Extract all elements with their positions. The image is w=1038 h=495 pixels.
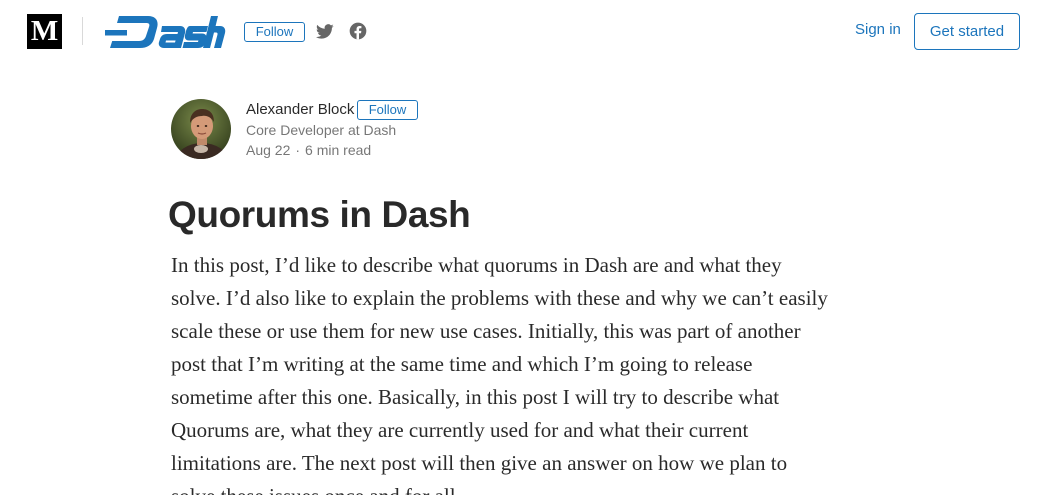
article-body-line: In this post, I’d like to describe what … [171, 253, 782, 277]
facebook-icon[interactable] [348, 21, 368, 41]
follow-author-button[interactable]: Follow [357, 100, 418, 120]
medium-logo[interactable]: M [27, 14, 62, 49]
article-body: In this post, I’d like to describe what … [171, 249, 871, 495]
author-bio: Core Developer at Dash [246, 122, 397, 138]
article-body-line: post that I’m writing at the same time a… [171, 352, 753, 376]
article-body-line: sometime after this one. Basically, in t… [171, 385, 780, 409]
author-name-link[interactable]: Alexander Block [246, 101, 354, 119]
logo-divider [82, 17, 83, 45]
article-body-line: scale these or use them for new use case… [171, 319, 801, 343]
dash-logo-a [158, 26, 186, 48]
article-title: Quorums in Dash [168, 194, 471, 235]
read-time: 6 min read [305, 142, 372, 158]
article-body-line: limitations are. The next post will then… [171, 451, 788, 475]
article-body-line: solve. I’d also like to explain the prob… [171, 286, 828, 310]
post-date[interactable]: Aug 22 [246, 142, 290, 158]
dash-logo-bar [105, 30, 127, 36]
top-navigation-bar: M Follow Sign in Get started [0, 0, 1038, 64]
sign-in-link[interactable]: Sign in [855, 21, 901, 39]
meta-separator: · [295, 142, 301, 158]
get-started-button[interactable]: Get started [914, 13, 1020, 50]
post-meta: Aug 22 · 6 min read [246, 141, 371, 159]
dash-publication-logo[interactable] [104, 13, 226, 51]
twitter-icon[interactable] [315, 21, 335, 41]
follow-publication-button[interactable]: Follow [244, 22, 305, 42]
author-avatar[interactable] [171, 99, 231, 159]
article-body-line: solve these issues once and for all. [171, 480, 871, 495]
article-body-line: Quorums are, what they are currently use… [171, 418, 749, 442]
